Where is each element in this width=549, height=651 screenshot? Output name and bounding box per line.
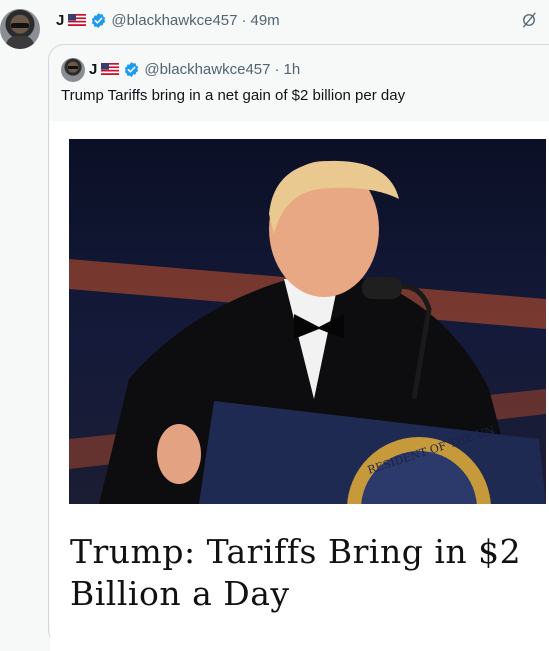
- post-header: J @blackhawkce457 · 49m: [56, 10, 280, 30]
- avatar-shirt: [6, 36, 34, 49]
- author-avatar[interactable]: [0, 9, 40, 49]
- post-timestamp[interactable]: 49m: [250, 12, 279, 29]
- quoted-post-header: J @blackhawkce457 · 1h: [89, 60, 300, 78]
- author-handle[interactable]: @blackhawkce457: [111, 12, 237, 29]
- separator-dot: ·: [241, 11, 247, 29]
- quoted-post-timestamp[interactable]: 1h: [283, 61, 300, 78]
- separator-dot: ·: [274, 60, 280, 78]
- quoted-post-text: Trump Tariffs bring in a net gain of $2 …: [61, 87, 406, 104]
- grok-icon[interactable]: [520, 11, 538, 29]
- quoted-author-name[interactable]: J: [89, 61, 97, 78]
- article-photo-illustration: RESIDENT OF THE UN: [69, 160, 546, 504]
- quoted-post[interactable]: J @blackhawkce457 · 1h Trump Tariffs bri…: [48, 44, 549, 651]
- quoted-author-handle[interactable]: @blackhawkce457: [144, 61, 270, 78]
- link-card-title[interactable]: Trump: Tariffs Bring in $2 Billion a Day: [70, 531, 540, 615]
- verified-badge-icon: [125, 61, 139, 77]
- article-photo[interactable]: RESIDENT OF THE UN: [69, 139, 546, 504]
- avatar-sunglasses: [68, 66, 78, 69]
- us-flag-icon: [68, 14, 87, 26]
- verified-badge-icon: [92, 12, 106, 28]
- avatar-sunglasses: [11, 23, 29, 28]
- author-name[interactable]: J: [56, 12, 64, 29]
- quoted-author-avatar[interactable]: [61, 58, 85, 82]
- us-flag-icon: [101, 63, 120, 75]
- link-card[interactable]: RESIDENT OF THE UN Trump: Tariffs Bring …: [50, 121, 549, 651]
